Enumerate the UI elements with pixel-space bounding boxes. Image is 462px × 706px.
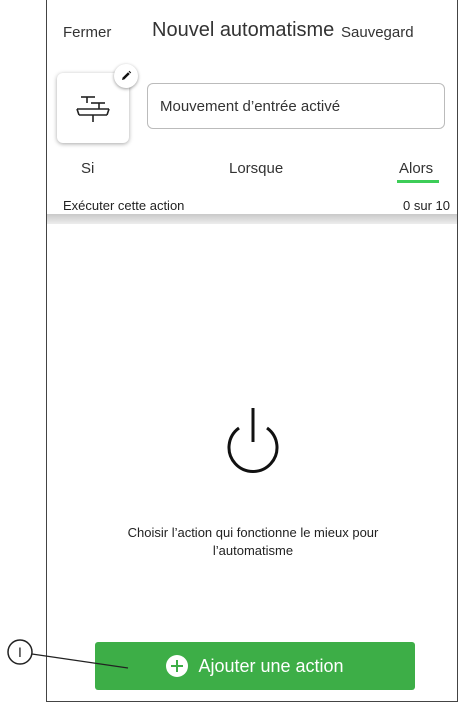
active-tab-indicator — [397, 180, 439, 183]
callout-label: I — [18, 644, 22, 660]
callout-marker: I — [7, 639, 129, 669]
action-count: 0 sur 10 — [403, 198, 450, 213]
automation-name-input[interactable] — [147, 83, 445, 129]
save-button[interactable]: Sauvegard — [341, 24, 414, 41]
tab-alors[interactable]: Alors — [399, 160, 433, 177]
power-icon — [227, 408, 279, 473]
tab-lorsque[interactable]: Lorsque — [229, 160, 283, 177]
add-action-label: Ajouter une action — [198, 655, 344, 676]
